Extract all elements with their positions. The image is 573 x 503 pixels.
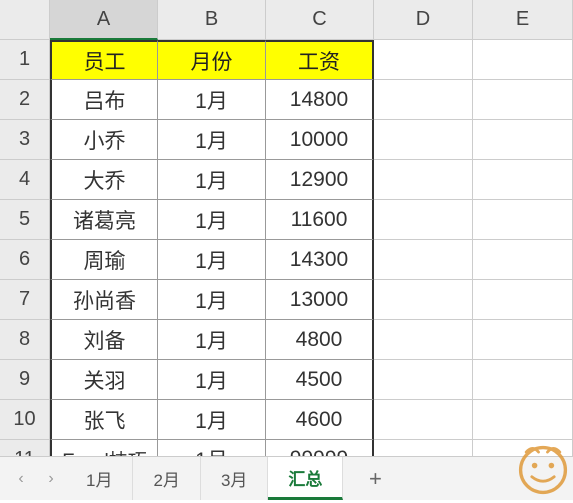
row-header-4[interactable]: 4	[0, 160, 50, 200]
cell-c7[interactable]: 13000	[266, 280, 374, 320]
cell-e5[interactable]	[473, 200, 573, 240]
add-sheet-button[interactable]: +	[355, 466, 395, 492]
prev-sheet-button[interactable]: ‹	[6, 464, 36, 494]
cell-e3[interactable]	[473, 120, 573, 160]
cell-d8[interactable]	[374, 320, 473, 360]
cell-a8[interactable]: 刘备	[50, 320, 158, 360]
cell-a1[interactable]: 员工	[50, 40, 158, 80]
cell-b9[interactable]: 1月	[158, 360, 266, 400]
cell-c8[interactable]: 4800	[266, 320, 374, 360]
row-header-6[interactable]: 6	[0, 240, 50, 280]
sheet-tab-2[interactable]: 2月	[133, 457, 200, 500]
cell-e4[interactable]	[473, 160, 573, 200]
cell-d1[interactable]	[374, 40, 473, 80]
row-header-2[interactable]: 2	[0, 80, 50, 120]
cell-b3[interactable]: 1月	[158, 120, 266, 160]
cell-a4[interactable]: 大乔	[50, 160, 158, 200]
cell-a5[interactable]: 诸葛亮	[50, 200, 158, 240]
cell-a6[interactable]: 周瑜	[50, 240, 158, 280]
row-header-3[interactable]: 3	[0, 120, 50, 160]
next-sheet-button[interactable]: ›	[36, 464, 66, 494]
cell-e8[interactable]	[473, 320, 573, 360]
cell-e9[interactable]	[473, 360, 573, 400]
select-all-corner[interactable]	[0, 0, 50, 40]
watermark-logo-icon	[515, 442, 571, 498]
cell-b10[interactable]: 1月	[158, 400, 266, 440]
cell-e6[interactable]	[473, 240, 573, 280]
cell-c1[interactable]: 工资	[266, 40, 374, 80]
row-header-8[interactable]: 8	[0, 320, 50, 360]
col-header-d[interactable]: D	[374, 0, 473, 40]
cell-e10[interactable]	[473, 400, 573, 440]
cell-d3[interactable]	[374, 120, 473, 160]
cell-b2[interactable]: 1月	[158, 80, 266, 120]
cell-c5[interactable]: 11600	[266, 200, 374, 240]
cell-b8[interactable]: 1月	[158, 320, 266, 360]
row-header-10[interactable]: 10	[0, 400, 50, 440]
row-header-9[interactable]: 9	[0, 360, 50, 400]
cell-b7[interactable]: 1月	[158, 280, 266, 320]
cell-c2[interactable]: 14800	[266, 80, 374, 120]
sheet-tabs-bar: ‹ › 1月 2月 3月 汇总 +	[0, 456, 573, 500]
cell-d7[interactable]	[374, 280, 473, 320]
cell-a3[interactable]: 小乔	[50, 120, 158, 160]
cell-c6[interactable]: 14300	[266, 240, 374, 280]
cell-c10[interactable]: 4600	[266, 400, 374, 440]
cell-c4[interactable]: 12900	[266, 160, 374, 200]
col-header-c[interactable]: C	[266, 0, 374, 40]
cell-d6[interactable]	[374, 240, 473, 280]
cell-b4[interactable]: 1月	[158, 160, 266, 200]
cell-d5[interactable]	[374, 200, 473, 240]
cell-a7[interactable]: 孙尚香	[50, 280, 158, 320]
col-header-a[interactable]: A	[50, 0, 158, 40]
row-header-7[interactable]: 7	[0, 280, 50, 320]
cell-d4[interactable]	[374, 160, 473, 200]
row-header-1[interactable]: 1	[0, 40, 50, 80]
sheet-tab-1[interactable]: 1月	[66, 457, 133, 500]
cell-b6[interactable]: 1月	[158, 240, 266, 280]
sheet-tab-3[interactable]: 3月	[201, 457, 268, 500]
cell-e2[interactable]	[473, 80, 573, 120]
col-header-e[interactable]: E	[473, 0, 573, 40]
cell-a10[interactable]: 张飞	[50, 400, 158, 440]
cell-c3[interactable]: 10000	[266, 120, 374, 160]
cell-d2[interactable]	[374, 80, 473, 120]
cell-e7[interactable]	[473, 280, 573, 320]
cell-d9[interactable]	[374, 360, 473, 400]
cell-a2[interactable]: 吕布	[50, 80, 158, 120]
row-header-5[interactable]: 5	[0, 200, 50, 240]
cell-b5[interactable]: 1月	[158, 200, 266, 240]
col-header-b[interactable]: B	[158, 0, 266, 40]
sheet-tab-summary[interactable]: 汇总	[268, 457, 343, 500]
cell-d10[interactable]	[374, 400, 473, 440]
cell-b1[interactable]: 月份	[158, 40, 266, 80]
spreadsheet-grid: A B C D E 1 员工 月份 工资 2 吕布 1月 14800 3 小乔 …	[0, 0, 573, 480]
cell-a9[interactable]: 关羽	[50, 360, 158, 400]
cell-c9[interactable]: 4500	[266, 360, 374, 400]
cell-e1[interactable]	[473, 40, 573, 80]
